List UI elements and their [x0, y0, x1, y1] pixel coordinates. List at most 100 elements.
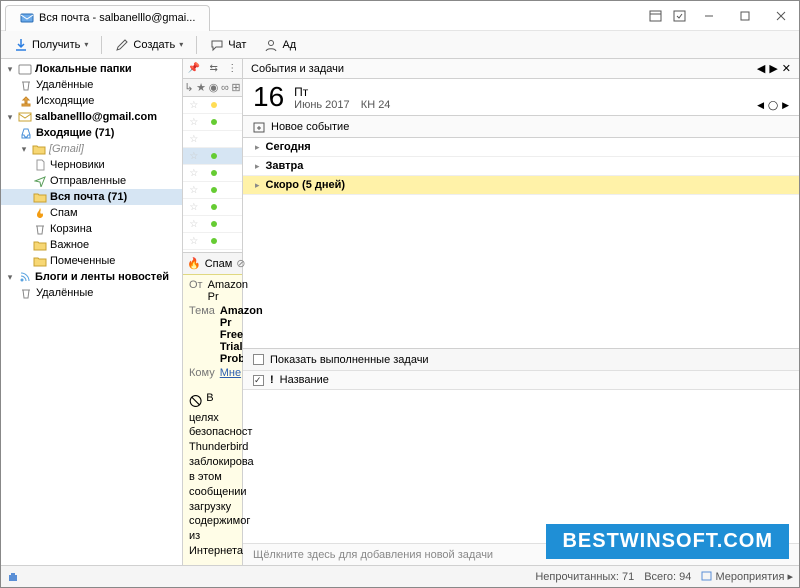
- folder-gmail[interactable]: ▾ [Gmail]: [1, 141, 182, 157]
- folder-local-outbox[interactable]: Исходящие: [1, 93, 182, 109]
- title-column[interactable]: Название: [280, 374, 329, 386]
- day-number: 16: [253, 83, 284, 111]
- message-row[interactable]: ☆: [183, 97, 242, 114]
- checkbox-column-icon[interactable]: [253, 375, 264, 386]
- section-soon[interactable]: ▸Скоро (5 дней): [243, 176, 799, 195]
- tasks-body[interactable]: [243, 390, 799, 543]
- spam-button[interactable]: Спам: [205, 258, 233, 270]
- next-day-button[interactable]: ▶: [782, 100, 789, 111]
- message-row[interactable]: ☆: [183, 182, 242, 199]
- main-area: ▾ Локальные папки Удалённые Исходящие ▾ …: [1, 59, 799, 565]
- read-column-icon: ∞: [221, 82, 229, 94]
- close-button[interactable]: [763, 1, 799, 31]
- tasks-filter-row: Показать выполненные задачи: [243, 348, 799, 370]
- folder-icon: [33, 239, 47, 251]
- calendar-body: [243, 195, 799, 348]
- status-events[interactable]: Мероприятия ▸: [701, 570, 793, 583]
- folder-local-deleted[interactable]: Удалённые: [1, 77, 182, 93]
- tasks-icon[interactable]: [669, 6, 689, 26]
- folder-feeds-deleted[interactable]: Удалённые: [1, 285, 182, 301]
- message-row[interactable]: ☆: [183, 131, 242, 148]
- message-rows: ☆ ☆ ☆ ☆ ☆ ☆ ☆ ☆ ☆ ☆ ☆: [183, 97, 242, 252]
- menu-column-icon: ⊞: [231, 81, 240, 94]
- flame-icon: 🔥: [187, 257, 201, 270]
- chevron-down-icon: ▾: [19, 144, 29, 155]
- outbox-icon: [19, 95, 33, 107]
- list-filter-toolbar: 📌 ⇆ ⋮: [183, 59, 242, 79]
- folder-sent[interactable]: Отправленные: [1, 173, 182, 189]
- next-button[interactable]: ▶: [769, 62, 777, 75]
- addressbook-button[interactable]: Ад: [257, 35, 303, 55]
- week-number: КН 24: [361, 99, 391, 111]
- folder-important[interactable]: Важное: [1, 237, 182, 253]
- message-row[interactable]: ☆: [183, 199, 242, 216]
- titlebar: Вся почта - salbanelllo@gmai...: [1, 1, 799, 31]
- message-toolbar: 🔥 Спам ⊘: [183, 252, 242, 274]
- filter-icon[interactable]: ⇆: [210, 63, 218, 74]
- calendar-header: События и задачи ◀ ▶ ✕: [243, 59, 799, 79]
- receive-button[interactable]: Получить ▾: [7, 35, 95, 55]
- list-column-header[interactable]: ↳ ★ ◉ ∞ ⊞: [183, 79, 242, 97]
- thread-column-icon: ↳: [184, 81, 193, 94]
- status-unread: Непрочитанных: 71: [535, 571, 634, 583]
- folder-spam[interactable]: Спам: [1, 205, 182, 221]
- calendar-icon[interactable]: [645, 6, 665, 26]
- section-today[interactable]: ▸Сегодня: [243, 138, 799, 157]
- close-pane-button[interactable]: ✕: [782, 62, 791, 75]
- rss-icon: [18, 271, 32, 283]
- window-tab[interactable]: Вся почта - salbanelllo@gmai...: [5, 5, 210, 31]
- message-row[interactable]: ☆: [183, 114, 242, 131]
- maximize-button[interactable]: [727, 1, 763, 31]
- message-row[interactable]: ☆: [183, 148, 242, 165]
- compose-button[interactable]: Создать ▾: [108, 35, 190, 55]
- folder-starred[interactable]: Помеченные: [1, 253, 182, 269]
- calendar-pane: События и задачи ◀ ▶ ✕ 16 Пт Июнь 2017 К…: [243, 59, 799, 565]
- chevron-down-icon: ▾: [5, 272, 15, 283]
- day-sections: ▸Сегодня ▸Завтра ▸Скоро (5 дней): [243, 138, 799, 195]
- chat-button[interactable]: Чат: [203, 35, 253, 55]
- columns-icon[interactable]: ⋮: [227, 63, 237, 74]
- attach-column-icon: ◉: [209, 81, 219, 94]
- section-tomorrow[interactable]: ▸Завтра: [243, 157, 799, 176]
- to-value: Мне: [220, 367, 241, 379]
- today-button[interactable]: ◯: [768, 100, 778, 111]
- star-column-icon: ★: [196, 81, 206, 94]
- chevron-right-icon: ▸: [255, 142, 260, 153]
- tab-title: Вся почта - salbanelllo@gmai...: [39, 12, 195, 24]
- folder-icon: [32, 143, 46, 155]
- folder-drafts[interactable]: Черновики: [1, 157, 182, 173]
- flame-icon: [33, 207, 47, 219]
- trash-icon: [33, 223, 47, 235]
- new-event-row[interactable]: Новое событие: [243, 116, 799, 138]
- prev-day-button[interactable]: ◀: [757, 100, 764, 111]
- folder-tree: ▾ Локальные папки Удалённые Исходящие ▾ …: [1, 59, 183, 565]
- trash-icon: [19, 287, 33, 299]
- folder-icon: [18, 63, 32, 75]
- prev-button[interactable]: ◀: [757, 62, 765, 75]
- message-row[interactable]: ☆: [183, 216, 242, 233]
- message-row[interactable]: ☆: [183, 165, 242, 182]
- mail-app-icon: [20, 11, 34, 25]
- chevron-right-icon: ▸: [255, 180, 260, 191]
- message-row[interactable]: ☆: [183, 233, 242, 250]
- titlebar-right: [643, 1, 799, 31]
- folder-local[interactable]: ▾ Локальные папки: [1, 61, 182, 77]
- folder-trash[interactable]: Корзина: [1, 221, 182, 237]
- message-header: ОтAmazon Pr ТемаAmazon Pr Free Trial Pro…: [183, 274, 242, 385]
- folder-account[interactable]: ▾ salbanelllo@gmail.com: [1, 109, 182, 125]
- chat-icon: [210, 38, 224, 52]
- folder-feeds[interactable]: ▾ Блоги и ленты новостей: [1, 269, 182, 285]
- watermark: BESTWINSOFT.COM: [546, 524, 789, 559]
- inbox-icon: [19, 127, 33, 139]
- folder-inbox[interactable]: Входящие (71): [1, 125, 182, 141]
- folder-allmail[interactable]: Вся почта (71): [1, 189, 182, 205]
- chevron-down-icon: ▾: [5, 112, 15, 123]
- status-total: Всего: 94: [644, 571, 691, 583]
- show-completed-checkbox[interactable]: [253, 354, 264, 365]
- pencil-icon: [115, 38, 129, 52]
- chevron-down-icon: ▾: [5, 64, 15, 75]
- folder-icon: [33, 255, 47, 267]
- minimize-button[interactable]: [691, 1, 727, 31]
- online-status-icon[interactable]: [7, 571, 19, 583]
- pin-icon[interactable]: 📌: [188, 63, 200, 74]
